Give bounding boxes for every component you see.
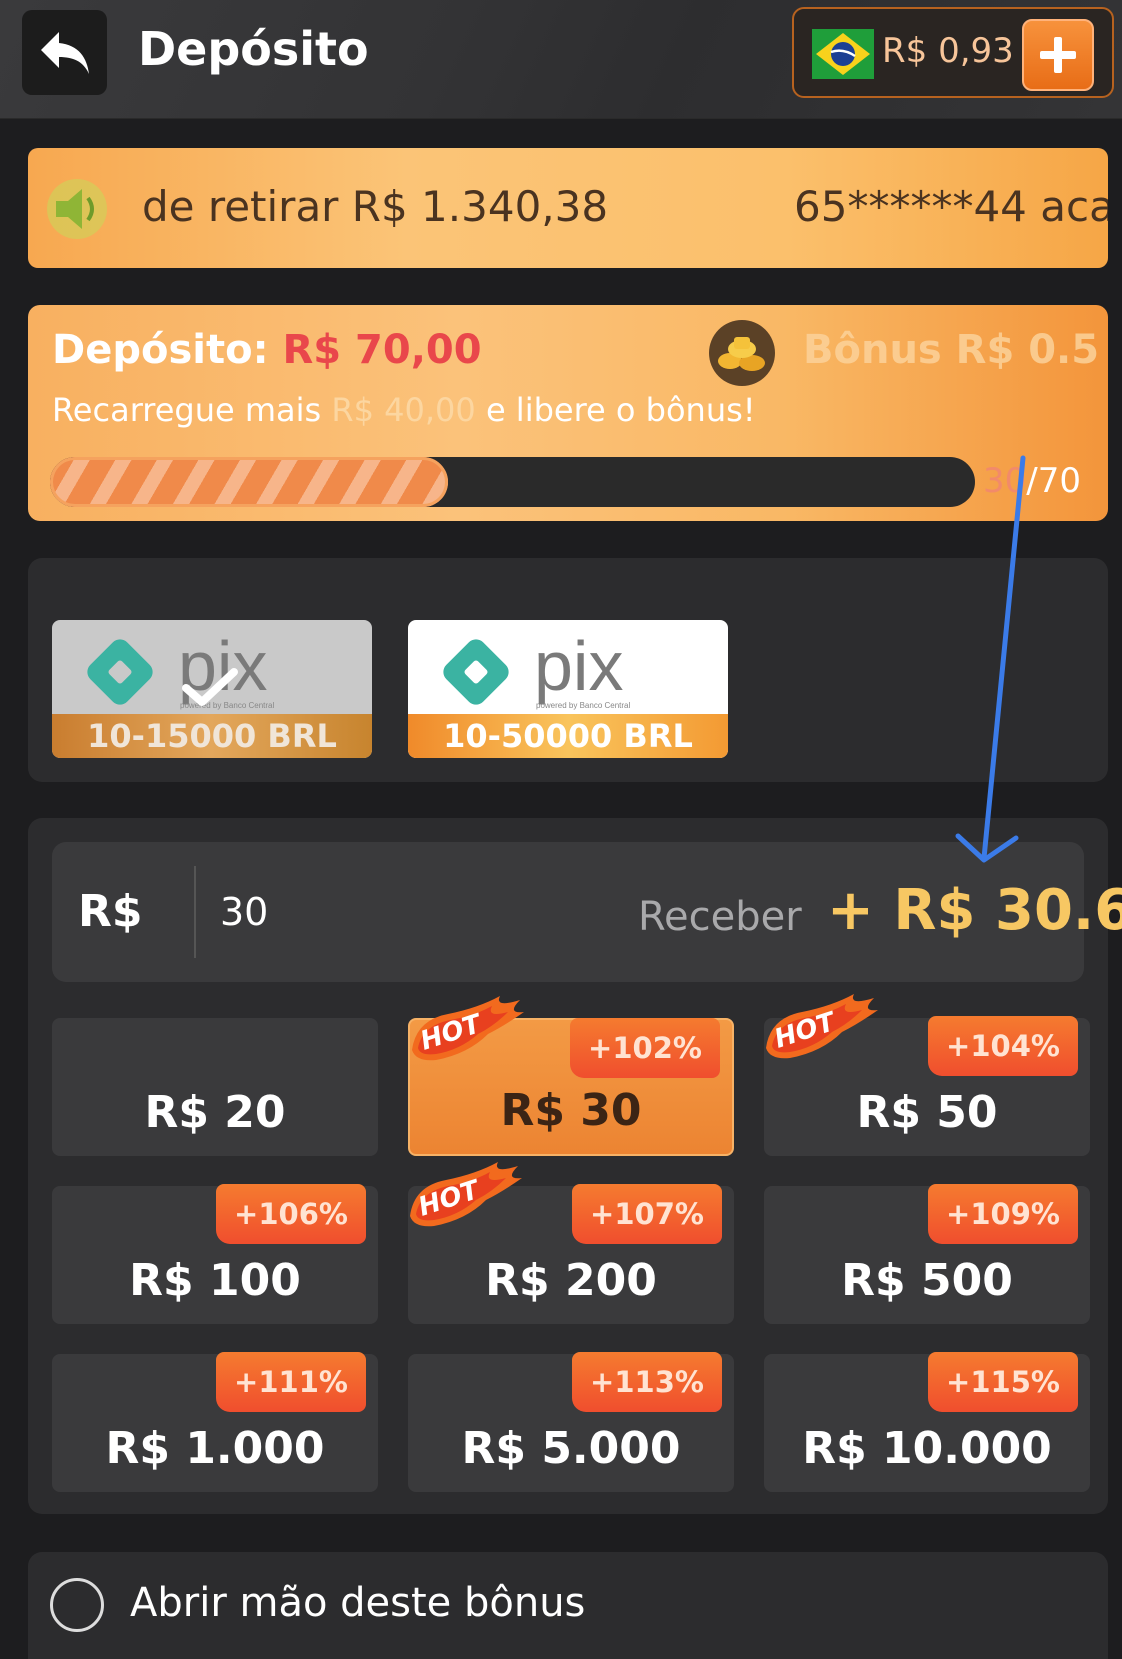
deposit-progress-bar (50, 457, 975, 507)
amount-option-label: R$ 5.000 (461, 1423, 681, 1474)
svg-text:powered by Banco Central: powered by Banco Central (536, 701, 631, 710)
payment-method-range: 10-15000 BRL (52, 714, 372, 758)
payment-method-pix-1[interactable]: pix powered by Banco Central 10-15000 BR… (52, 620, 372, 758)
back-arrow-icon (40, 31, 89, 74)
payment-method-pix-2[interactable]: pix powered by Banco Central 10-50000 BR… (408, 620, 728, 758)
announcement-marquee: de retirar R$ 1.340,38 65******44 acal (28, 148, 1108, 268)
amount-option-label: R$ 30 (500, 1085, 642, 1136)
speaker-icon (47, 179, 107, 239)
bonus-percent-badge: +106% (216, 1184, 366, 1244)
remaining-amount: R$ 40,00 (331, 391, 476, 429)
deposit-progress-fill (50, 457, 448, 507)
bonus-percent-badge: +111% (216, 1352, 366, 1412)
marquee-text: de retirar R$ 1.340,38 (142, 182, 609, 231)
svg-text:pix: pix (534, 632, 623, 705)
deposit-label: Depósito: (52, 327, 269, 373)
wallet-amount: R$ 0,93 (882, 31, 1014, 71)
forfeit-bonus-radio[interactable] (50, 1578, 104, 1632)
input-divider (194, 866, 196, 958)
deposit-total: R$ 70,00 (282, 327, 482, 373)
progress-current: 30 (983, 461, 1027, 501)
amount-option-label: R$ 200 (485, 1255, 657, 1306)
payment-methods: pix powered by Banco Central 10-15000 BR… (28, 558, 1108, 782)
amount-option[interactable]: +113% R$ 5.000 (408, 1352, 734, 1492)
bonus-percent-badge: +104% (928, 1016, 1078, 1076)
amount-option[interactable]: +115% R$ 10.000 (764, 1352, 1090, 1492)
bonus-instructions-prefix: Recarregue mais (52, 391, 322, 429)
forfeit-bonus-label: Abrir mão deste bônus (130, 1580, 586, 1626)
bonus-percent-badge: +102% (570, 1018, 720, 1078)
amount-input-field[interactable]: R$ 30 Receber + R$ 30.6 (52, 842, 1122, 982)
bonus-percent-badge: +113% (572, 1352, 722, 1412)
amount-option[interactable]: +111% R$ 1.000 (52, 1352, 378, 1492)
amount-option-label: R$ 10.000 (802, 1423, 1052, 1474)
bonus-percent-badge: +115% (928, 1352, 1078, 1412)
amount-option-label: R$ 500 (841, 1255, 1013, 1306)
amount-section: R$ 30 Receber + R$ 30.6 R$ 20 +102% HOT R$ … (28, 818, 1122, 1514)
amount-option[interactable]: +106% R$ 100 (52, 1184, 378, 1324)
add-funds-button[interactable] (1022, 19, 1094, 91)
page-title: Depósito (138, 22, 369, 76)
currency-symbol: R$ (78, 886, 143, 937)
bonus-amount: Bônus R$ 0.5 (803, 327, 1100, 373)
hot-flame-icon: HOT (410, 1162, 522, 1227)
bonus-instructions-suffix: e libere o bônus! (485, 391, 756, 429)
amount-option[interactable]: +104% HOT R$ 50 (764, 994, 1090, 1156)
receive-amount: + R$ 30.6 (827, 878, 1122, 943)
back-button[interactable] (22, 10, 107, 95)
wallet-balance[interactable]: R$ 0,93 (792, 7, 1114, 98)
deposit-bonus-card: Depósito: R$ 70,00 Bônus R$ 0.5 Recarreg… (28, 305, 1108, 521)
amount-option[interactable]: +102% HOT R$ 30 (408, 996, 734, 1156)
amount-option-label: R$ 100 (129, 1255, 301, 1306)
bonus-instructions: Recarregue mais R$ 40,00 e libere o bônu… (52, 391, 756, 429)
pix-logo-icon: pix powered by Banco Central (443, 632, 631, 710)
checkmark-icon (182, 668, 238, 706)
forfeit-bonus-option[interactable]: Abrir mão deste bônus (28, 1552, 1108, 1659)
brazil-flag-icon (812, 29, 874, 79)
progress-total: /70 (1026, 461, 1081, 501)
hot-flame-icon: HOT (412, 996, 524, 1061)
bonus-percent-badge: +107% (572, 1184, 722, 1244)
amount-option[interactable]: R$ 20 (52, 1018, 378, 1156)
amount-option[interactable]: +107% HOT R$ 200 (408, 1162, 734, 1324)
payment-method-range: 10-50000 BRL (408, 714, 728, 758)
progress-counter: 30/70 (983, 461, 1081, 501)
amount-input[interactable]: 30 (220, 890, 268, 934)
bonus-percent-badge: +109% (928, 1184, 1078, 1244)
amount-option-label: R$ 50 (856, 1087, 998, 1138)
amount-option-label: R$ 20 (144, 1087, 286, 1138)
plus-icon (1040, 37, 1076, 73)
hot-flame-icon: HOT (766, 994, 878, 1059)
receive-label: Receber (638, 894, 802, 940)
marquee-text-next: 65******44 acal (794, 182, 1108, 231)
gold-coins-icon (709, 320, 775, 386)
amount-option-label: R$ 1.000 (105, 1423, 325, 1474)
deposit-progress-label: Depósito: R$ 70,00 (52, 327, 482, 373)
amount-option[interactable]: +109% R$ 500 (764, 1184, 1090, 1324)
app-header: Depósito R$ 0,93 (0, 0, 1122, 119)
